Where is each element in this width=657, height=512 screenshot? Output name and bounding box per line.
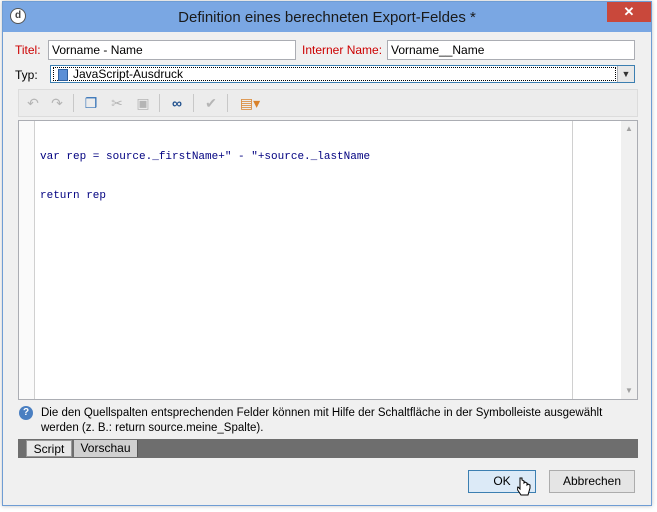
- editor-margin-line: [572, 121, 573, 399]
- hint-text: Die den Quellspalten entsprechenden Feld…: [41, 407, 603, 434]
- cut-icon[interactable]: ✂: [107, 93, 127, 113]
- script-file-icon: [58, 69, 68, 81]
- tab-preview[interactable]: Vorschau: [74, 440, 138, 457]
- vertical-scrollbar[interactable]: ▲ ▼: [621, 121, 637, 399]
- mouse-cursor-icon: [517, 477, 531, 496]
- toolbar-separator: [73, 94, 74, 112]
- close-button[interactable]: ✕: [607, 2, 651, 22]
- typ-label: Typ:: [15, 68, 38, 82]
- scroll-up-icon[interactable]: ▲: [621, 121, 637, 137]
- window-title: Definition eines berechneten Export-Feld…: [178, 9, 476, 26]
- internal-name-label: Interner Name:: [302, 43, 383, 57]
- tab-script[interactable]: Script: [26, 440, 72, 457]
- editor-gutter: [19, 121, 35, 399]
- toolbar-separator: [227, 94, 228, 112]
- code-content[interactable]: var rep = source._firstName+" - "+source…: [40, 125, 370, 229]
- code-line: return rep: [40, 190, 107, 202]
- typ-select[interactable]: JavaScript-Ausdruck ▼: [50, 65, 635, 83]
- cancel-button[interactable]: Abbrechen: [549, 470, 635, 493]
- find-icon[interactable]: ∞: [167, 93, 187, 113]
- insert-field-icon[interactable]: ▤▾: [235, 93, 265, 113]
- typ-select-value: JavaScript-Ausdruck: [73, 67, 184, 81]
- editor-tabs: Script Vorschau: [18, 439, 638, 458]
- help-icon: ?: [19, 406, 33, 420]
- chevron-down-icon[interactable]: ▼: [617, 66, 634, 82]
- validate-icon[interactable]: ✔: [201, 93, 221, 113]
- scroll-down-icon[interactable]: ▼: [621, 383, 637, 399]
- redo-icon[interactable]: ↷: [47, 93, 67, 113]
- paste-icon[interactable]: ▣: [133, 93, 153, 113]
- title-bar[interactable]: d Definition eines berechneten Export-Fe…: [3, 2, 651, 32]
- undo-icon[interactable]: ↶: [23, 93, 43, 113]
- typ-select-focus: JavaScript-Ausdruck: [53, 67, 616, 81]
- titel-input[interactable]: Vorname - Name: [48, 40, 296, 60]
- toolbar-separator: [159, 94, 160, 112]
- code-editor[interactable]: var rep = source._firstName+" - "+source…: [18, 120, 638, 400]
- internal-name-input[interactable]: Vorname__Name: [387, 40, 635, 60]
- editor-toolbar: ↶ ↷ ❐ ✂ ▣ ∞ ✔ ▤▾: [18, 89, 638, 117]
- code-line: var rep = source._firstName+" - "+source…: [40, 151, 371, 163]
- toolbar-separator: [193, 94, 194, 112]
- copy-icon[interactable]: ❐: [81, 93, 101, 113]
- dialog-window: d Definition eines berechneten Export-Fe…: [2, 1, 652, 506]
- titel-label: Titel:: [15, 43, 41, 57]
